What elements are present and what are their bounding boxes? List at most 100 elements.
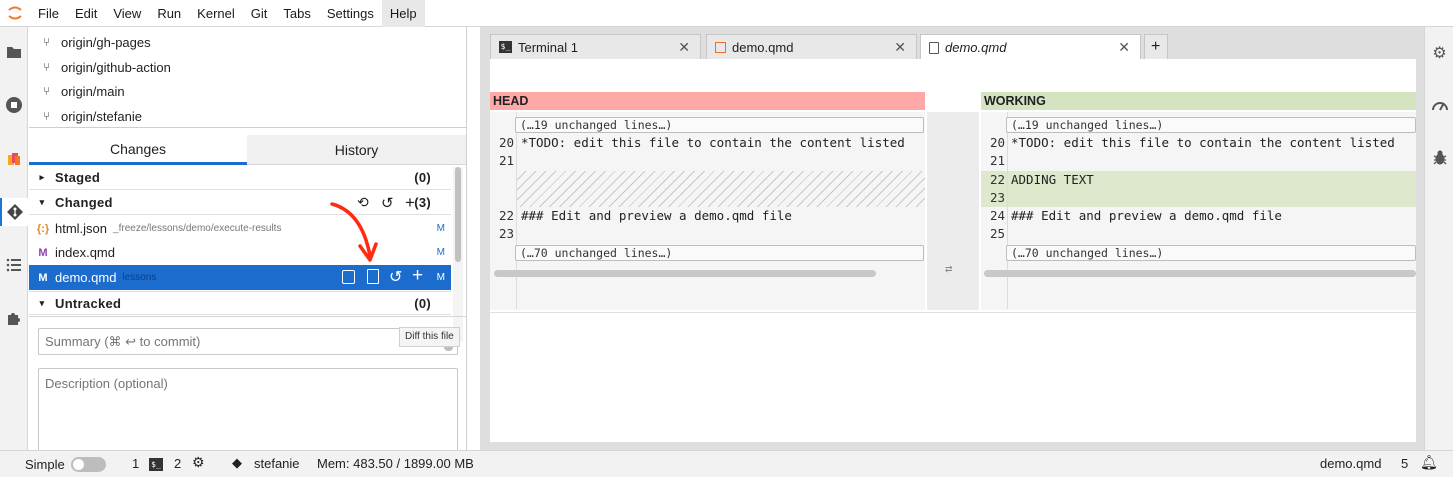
staged-count: (0) bbox=[414, 170, 431, 185]
branch-item[interactable]: ⑂ origin/main bbox=[29, 79, 466, 103]
menu-tabs[interactable]: Tabs bbox=[275, 0, 318, 27]
left-activity-bar bbox=[0, 27, 28, 450]
menu-file[interactable]: File bbox=[30, 0, 67, 27]
gutter-divider bbox=[1007, 112, 1008, 309]
folder-icon[interactable] bbox=[0, 38, 28, 66]
git-branch-name[interactable]: stefanie bbox=[254, 456, 300, 471]
branch-item[interactable]: ⑂ origin/stefanie bbox=[29, 104, 466, 128]
staged-section-header[interactable]: ▸ Staged (0) bbox=[29, 166, 451, 190]
right-activity-bar: ⚙ bbox=[1424, 27, 1453, 450]
description-input[interactable] bbox=[38, 368, 458, 450]
tab-label: Terminal 1 bbox=[518, 39, 578, 55]
terminal-count[interactable]: 1 bbox=[132, 456, 139, 471]
line-number: 23 bbox=[989, 190, 1005, 205]
file-row[interactable]: M index.qmd M bbox=[29, 240, 451, 265]
collapsed-lines[interactable]: (…70 unchanged lines…) bbox=[515, 245, 924, 261]
menu-git[interactable]: Git bbox=[243, 0, 276, 27]
working-header: WORKING bbox=[981, 92, 1416, 110]
untracked-section-header[interactable]: ▾ Untracked (0) bbox=[29, 291, 451, 315]
close-icon[interactable]: ✕ bbox=[894, 39, 906, 56]
changed-section-header[interactable]: ▾ Changed ⟲ ↺ + (3) bbox=[29, 191, 451, 215]
status-badge: M bbox=[436, 223, 445, 234]
line-number: 23 bbox=[498, 226, 514, 241]
collapsed-lines[interactable]: (…70 unchanged lines…) bbox=[1006, 245, 1416, 261]
menu-settings[interactable]: Settings bbox=[319, 0, 382, 27]
branch-item[interactable]: ⑂ origin/github-action bbox=[29, 55, 466, 79]
tab-changes[interactable]: Changes bbox=[29, 135, 247, 165]
table-of-contents-icon[interactable] bbox=[0, 251, 28, 279]
menu-edit[interactable]: Edit bbox=[67, 0, 105, 27]
discard-all-icon[interactable]: ↺ bbox=[381, 194, 394, 212]
new-tab-button[interactable]: + bbox=[1144, 34, 1168, 59]
file-path: _freeze/lessons/demo/execute-results bbox=[113, 223, 282, 234]
sync-scroll-icon[interactable]: ⇄ bbox=[945, 264, 953, 275]
property-inspector-gears-icon[interactable]: ⚙ bbox=[1425, 41, 1453, 65]
branch-icon: ⑂ bbox=[43, 109, 51, 123]
line-number: 25 bbox=[989, 226, 1005, 241]
code-line: ### Edit and preview a demo.qmd file bbox=[1011, 208, 1282, 223]
simple-mode-toggle[interactable] bbox=[71, 457, 106, 472]
working-hscrollbar[interactable] bbox=[984, 270, 1416, 277]
diff-file-icon[interactable] bbox=[367, 269, 379, 284]
menu-view[interactable]: View bbox=[105, 0, 149, 27]
divider bbox=[29, 316, 466, 317]
menu-help[interactable]: Help bbox=[381, 0, 425, 27]
diff-view: HEAD WORKING (…19 unchanged lines…) 20 *… bbox=[490, 59, 1416, 442]
running-stop-icon[interactable] bbox=[0, 91, 28, 119]
collapsed-lines[interactable]: (…19 unchanged lines…) bbox=[1006, 117, 1416, 133]
debugger-bug-icon[interactable] bbox=[1425, 146, 1453, 170]
file-icon bbox=[929, 41, 939, 54]
resource-gauge-icon[interactable] bbox=[1425, 93, 1453, 117]
menu-run[interactable]: Run bbox=[149, 0, 189, 27]
gutter-divider bbox=[516, 112, 517, 309]
jupyter-logo-icon[interactable] bbox=[0, 0, 30, 27]
tab-demo-qmd-markdown[interactable]: demo.qmd ✕ bbox=[706, 34, 917, 59]
head-hscrollbar[interactable] bbox=[494, 270, 876, 277]
diff-gutter bbox=[927, 112, 979, 310]
branch-icon: ⑂ bbox=[43, 60, 51, 74]
tab-terminal[interactable]: $_ Terminal 1 ✕ bbox=[490, 34, 701, 59]
collapsed-lines[interactable]: (…19 unchanged lines…) bbox=[515, 117, 924, 133]
scrollbar-thumb[interactable] bbox=[455, 167, 461, 262]
head-header: HEAD bbox=[490, 92, 925, 110]
markdown-icon bbox=[715, 41, 726, 53]
stage-icon[interactable]: + bbox=[412, 265, 423, 287]
chevron-down-icon: ▾ bbox=[39, 197, 45, 207]
extension-manager-icon[interactable] bbox=[0, 145, 28, 173]
divider bbox=[29, 127, 466, 128]
line-number: 21 bbox=[989, 153, 1005, 168]
status-badge: M bbox=[436, 272, 445, 283]
close-icon[interactable]: ✕ bbox=[678, 39, 690, 56]
tab-demo-qmd-diff[interactable]: demo.qmd ✕ bbox=[920, 34, 1141, 60]
code-line: ### Edit and preview a demo.qmd file bbox=[521, 208, 792, 223]
branch-item[interactable]: ⑂ origin/gh-pages bbox=[29, 30, 466, 54]
terminal-icon: $_ bbox=[149, 458, 163, 471]
toggle-knob bbox=[73, 459, 84, 470]
tab-history[interactable]: History bbox=[247, 135, 466, 165]
menu-kernel[interactable]: Kernel bbox=[189, 0, 243, 27]
file-name: demo.qmd bbox=[55, 270, 117, 285]
branch-name: origin/github-action bbox=[61, 59, 171, 75]
notification-bell-icon[interactable]: 🔔︎ bbox=[1420, 454, 1438, 471]
git-tabs: Changes History bbox=[29, 135, 466, 165]
changed-count: (3) bbox=[414, 195, 431, 210]
code-line: *TODO: edit this file to contain the con… bbox=[521, 135, 905, 150]
discard-icon[interactable]: ↺ bbox=[389, 267, 402, 287]
file-row[interactable]: {:} html.json _freeze/lessons/demo/execu… bbox=[29, 216, 451, 241]
close-icon[interactable]: ✕ bbox=[1118, 39, 1130, 56]
tooltip: Diff this file bbox=[399, 327, 460, 347]
line-number: 24 bbox=[989, 208, 1005, 223]
line-indicator[interactable]: 5 bbox=[1401, 456, 1408, 471]
markdown-file-icon: M bbox=[38, 246, 48, 259]
file-row-selected[interactable]: M demo.qmd lessons ↺ + M bbox=[29, 265, 451, 290]
git-icon[interactable] bbox=[0, 198, 28, 226]
chevron-right-icon: ▸ bbox=[39, 172, 45, 182]
open-file-icon[interactable] bbox=[342, 270, 355, 284]
kernel-count[interactable]: 2 bbox=[174, 456, 181, 471]
kernel-icon: ⚙ bbox=[192, 454, 205, 470]
puzzle-icon[interactable] bbox=[0, 304, 28, 332]
current-file-name[interactable]: demo.qmd bbox=[1320, 456, 1381, 471]
simple-mode-label: Simple bbox=[25, 456, 65, 472]
line-number: 21 bbox=[498, 153, 514, 168]
summary-input[interactable] bbox=[38, 328, 458, 355]
